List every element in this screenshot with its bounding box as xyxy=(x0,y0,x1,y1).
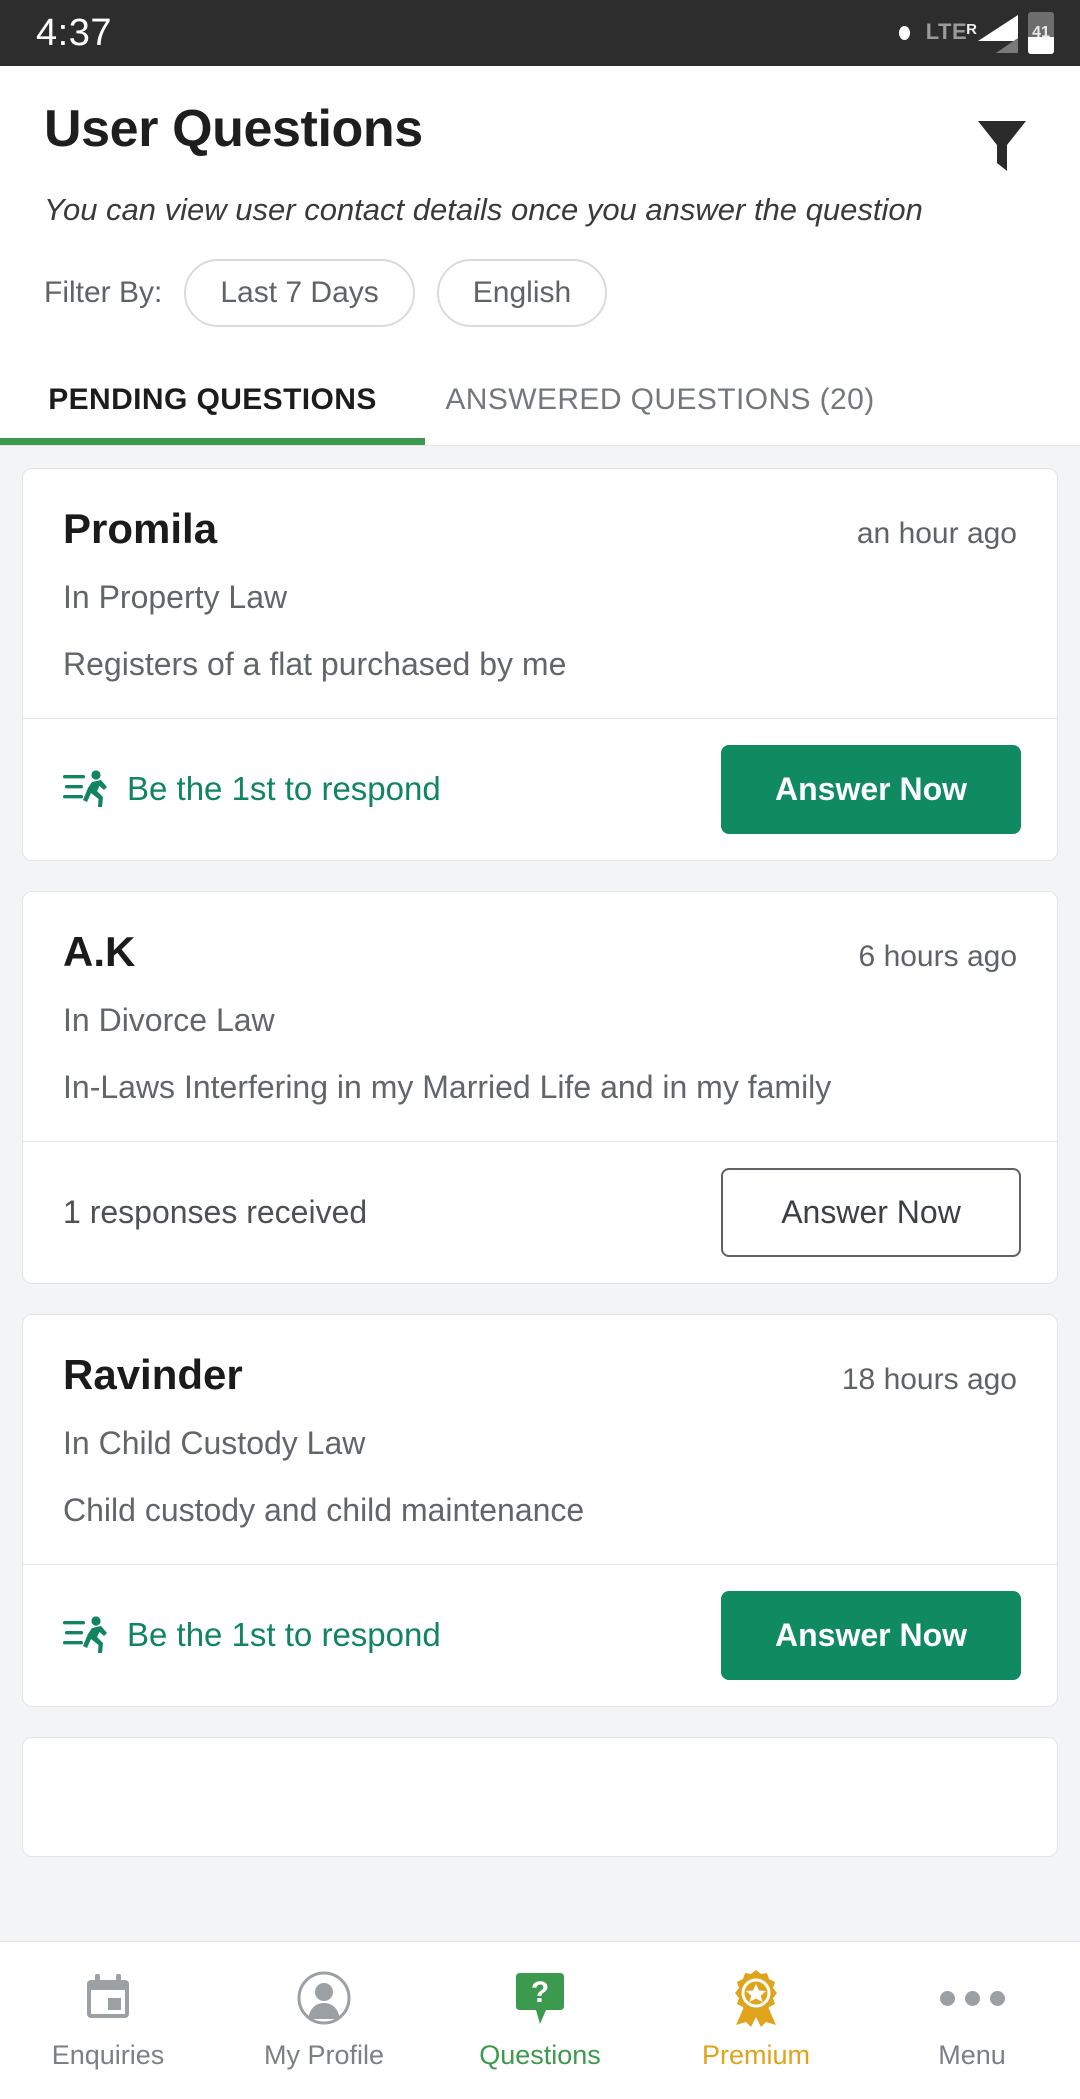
status-bar: 4:37 LTE R 41 xyxy=(0,0,1080,66)
asker-name: Promila xyxy=(63,504,218,552)
question-card[interactable]: Promila an hour ago In Property Law Regi… xyxy=(22,467,1058,861)
question-card-header: Promila an hour ago xyxy=(63,505,1017,553)
question-card[interactable]: A.K 6 hours ago In Divorce Law In-Laws I… xyxy=(22,890,1058,1284)
tab-bar: PENDING QUESTIONS ANSWERED QUESTIONS (20… xyxy=(0,360,1080,446)
tab-answered-questions[interactable]: ANSWERED QUESTIONS (20) xyxy=(425,361,895,445)
response-status-label: Be the 1st to respond xyxy=(127,770,441,808)
question-card-body: Promila an hour ago In Property Law Regi… xyxy=(23,469,1057,718)
question-card-body: A.K 6 hours ago In Divorce Law In-Laws I… xyxy=(23,892,1057,1141)
nav-item-questions[interactable]: ? Questions xyxy=(432,1970,648,2071)
question-card-header: A.K 6 hours ago xyxy=(63,928,1017,976)
response-status-label: Be the 1st to respond xyxy=(127,1616,441,1654)
practice-area: In Child Custody Law xyxy=(63,1424,366,1461)
question-card-body: Ravinder 18 hours ago In Child Custody L… xyxy=(23,1315,1057,1564)
asker-name: Ravinder xyxy=(63,1350,243,1398)
nav-label-premium: Premium xyxy=(701,2040,810,2070)
question-card-footer: 1 responses received Answer Now xyxy=(23,1140,1057,1283)
network-label: LTE xyxy=(925,19,968,44)
network-indicator: LTE R xyxy=(926,21,978,45)
filter-by-label: Filter By: xyxy=(44,275,163,309)
asker-name: A.K xyxy=(63,927,136,975)
question-text: In-Laws Interfering in my Married Life a… xyxy=(63,1068,832,1105)
nav-item-premium[interactable]: Premium xyxy=(648,1970,864,2071)
bottom-navigation: Enquiries My Profile ? Questions Premium… xyxy=(0,1941,1080,2099)
page-title: User Questions xyxy=(44,100,423,158)
question-card[interactable]: Ravinder 18 hours ago In Child Custody L… xyxy=(22,1313,1058,1707)
question-card-footer: Be the 1st to respond Answer Now xyxy=(23,717,1057,860)
question-card-footer: Be the 1st to respond Answer Now xyxy=(23,1563,1057,1706)
questions-feed[interactable]: Promila an hour ago In Property Law Regi… xyxy=(0,445,1080,1955)
runner-icon xyxy=(63,770,107,808)
question-bubble-icon: ? xyxy=(514,1970,566,2026)
runner-icon xyxy=(63,1616,107,1654)
active-tab-indicator xyxy=(0,437,425,445)
battery-level: 41 xyxy=(1032,24,1050,41)
filter-chip-date[interactable]: Last 7 Days xyxy=(184,258,415,327)
status-indicators: LTE R 41 xyxy=(898,12,1054,54)
question-card-partial[interactable] xyxy=(22,1736,1058,1857)
response-status: Be the 1st to respond xyxy=(63,769,441,809)
avatar-icon xyxy=(297,1970,351,2026)
nav-label-menu: Menu xyxy=(938,2040,1006,2070)
nav-label-my-profile: My Profile xyxy=(263,2040,385,2070)
funnel-icon xyxy=(978,121,1026,171)
tab-pending-questions[interactable]: PENDING QUESTIONS xyxy=(0,361,425,445)
answer-now-button[interactable]: Answer Now xyxy=(721,1167,1021,1257)
practice-area: In Divorce Law xyxy=(63,1001,275,1038)
question-card-header: Ravinder 18 hours ago xyxy=(63,1351,1017,1399)
notification-dot-icon xyxy=(898,26,910,40)
filter-chip-language[interactable]: English xyxy=(436,258,608,327)
filter-row: Filter By: Last 7 Days English xyxy=(44,258,1036,361)
question-text: Child custody and child maintenance xyxy=(63,1491,585,1528)
page-subtitle: You can view user contact details once y… xyxy=(44,192,923,227)
more-dots-icon xyxy=(939,1970,1005,2026)
answer-now-button[interactable]: Answer Now xyxy=(721,1590,1021,1680)
battery-icon: 41 xyxy=(1028,12,1054,54)
status-time: 4:37 xyxy=(36,11,112,54)
page-header: User Questions You can view user contact… xyxy=(0,66,1080,361)
answer-now-button[interactable]: Answer Now xyxy=(721,744,1021,834)
header-top-row: User Questions xyxy=(44,102,1036,174)
question-text: Registers of a flat purchased by me xyxy=(63,645,567,682)
nav-label-questions: Questions xyxy=(479,2040,601,2070)
filter-funnel-button[interactable] xyxy=(974,116,1030,174)
calendar-icon xyxy=(82,1970,134,2026)
nav-label-enquiries: Enquiries xyxy=(51,2040,165,2070)
question-timestamp: 18 hours ago xyxy=(841,1362,1017,1396)
practice-area: In Property Law xyxy=(63,578,288,615)
response-status-label: 1 responses received xyxy=(63,1193,368,1230)
signal-bars-icon xyxy=(976,13,1018,53)
question-timestamp: an hour ago xyxy=(856,516,1017,550)
svg-text:?: ? xyxy=(531,1976,549,2009)
nav-item-enquiries[interactable]: Enquiries xyxy=(0,1970,216,2071)
award-ribbon-icon xyxy=(728,1970,784,2027)
question-timestamp: 6 hours ago xyxy=(858,939,1017,973)
nav-item-my-profile[interactable]: My Profile xyxy=(216,1970,432,2071)
nav-item-menu[interactable]: Menu xyxy=(864,1970,1080,2071)
response-status: Be the 1st to respond xyxy=(63,1615,441,1655)
